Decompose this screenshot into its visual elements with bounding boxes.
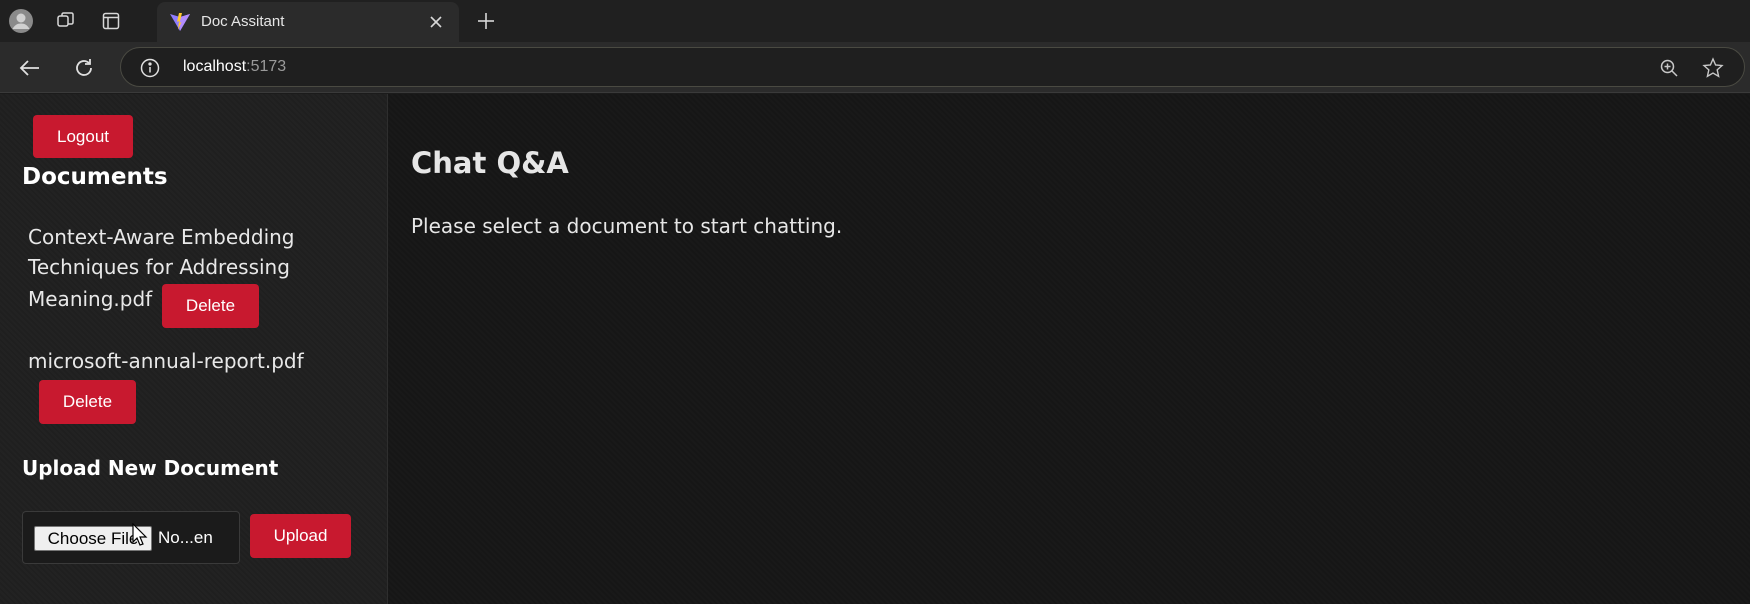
- document-name-line: microsoft-annual-report.pdf: [28, 349, 304, 373]
- tab-actions-icon[interactable]: [98, 8, 124, 34]
- app-page: Logout Documents Context-Aware Embedding…: [0, 94, 1750, 604]
- url-host: localhost: [183, 58, 247, 75]
- file-input[interactable]: Choose File No...en: [22, 511, 240, 564]
- logout-button[interactable]: Logout: [33, 115, 133, 158]
- favorite-star-icon[interactable]: [1701, 56, 1725, 80]
- address-bar[interactable]: localhost:5173: [120, 47, 1745, 87]
- mouse-cursor-icon: [132, 522, 148, 547]
- zoom-icon[interactable]: [1657, 56, 1681, 80]
- active-tab[interactable]: Doc Assitant: [157, 2, 459, 42]
- info-icon[interactable]: [139, 57, 161, 79]
- document-name-line: Context-Aware Embedding: [28, 225, 295, 249]
- url-text[interactable]: localhost:5173: [183, 58, 286, 76]
- workspaces-icon[interactable]: [53, 8, 79, 34]
- delete-document-button[interactable]: Delete: [39, 380, 136, 424]
- file-status-text: No...en: [158, 528, 213, 547]
- refresh-icon[interactable]: [70, 54, 98, 82]
- delete-document-button[interactable]: Delete: [162, 284, 259, 328]
- url-port: :5173: [246, 58, 287, 75]
- page-title: Chat Q&A: [411, 146, 569, 180]
- document-name-line: Techniques for Addressing: [28, 255, 290, 279]
- upload-button[interactable]: Upload: [250, 514, 351, 558]
- document-name-line: Meaning.pdf: [28, 287, 153, 311]
- profile-icon[interactable]: [8, 8, 34, 34]
- tab-title: Doc Assitant: [201, 13, 285, 30]
- sidebar: Logout Documents Context-Aware Embedding…: [0, 94, 388, 604]
- close-icon[interactable]: [425, 11, 447, 33]
- back-icon[interactable]: [16, 54, 44, 82]
- browser-tab-bar: Doc Assitant: [0, 0, 1750, 42]
- browser-toolbar: localhost:5173: [0, 42, 1750, 93]
- vite-favicon-icon: [169, 12, 191, 32]
- upload-heading: Upload New Document: [22, 456, 279, 480]
- new-tab-icon[interactable]: [473, 8, 499, 34]
- documents-heading: Documents: [22, 164, 168, 190]
- empty-state-message: Please select a document to start chatti…: [411, 214, 843, 238]
